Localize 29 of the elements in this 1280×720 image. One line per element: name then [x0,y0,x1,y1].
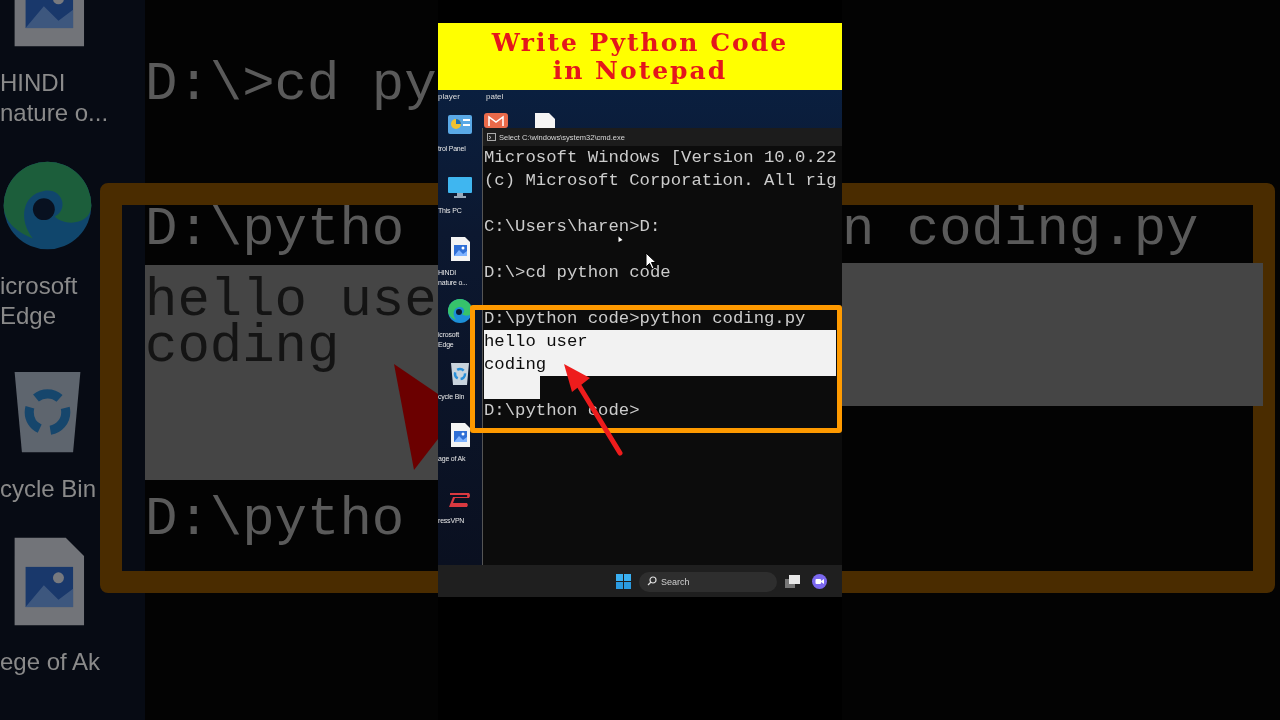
text-cursor-icon [618,236,623,243]
icon-label: player [438,91,461,103]
video-call-icon[interactable] [812,573,827,589]
browser-icon [447,298,473,324]
terminal-line: D:\pytho [145,497,406,543]
icon-label: cycle Bin [0,474,97,504]
terminal-line: D:\python code>python coding.py [484,308,806,330]
icon-label: Edge [0,301,57,331]
mail-app-icon [484,113,508,128]
icon-label: ege of Ak [0,647,101,677]
banner-title: in Notepad [552,56,728,85]
icon-label: nature o... [0,98,109,128]
banner-title: Write Python Code [491,28,789,57]
search-field[interactable]: Search [639,572,777,592]
terminal-line: Microsoft Windows [Version 10.0.22 [484,147,837,169]
terminal-line: n coding.py [842,207,1200,253]
terminal-line: (c) Microsoft Corporation. All rig [484,170,837,192]
icon-label: HINDI [0,68,66,98]
monitor-icon [447,174,473,200]
terminal-line: D:\>cd python code [484,262,671,284]
windows-logo-icon[interactable] [616,573,631,589]
terminal-icon [487,133,496,141]
terminal-line: C:\Users\haren>D: [484,216,661,238]
terminal-line: D:\pytho [145,207,406,253]
search-icon [647,576,657,586]
icon-label: icrosoft [0,271,78,301]
terminal-line: D:\>cd py [145,62,438,108]
icon-label: patel [486,91,504,103]
task-view-icon[interactable] [785,574,800,588]
